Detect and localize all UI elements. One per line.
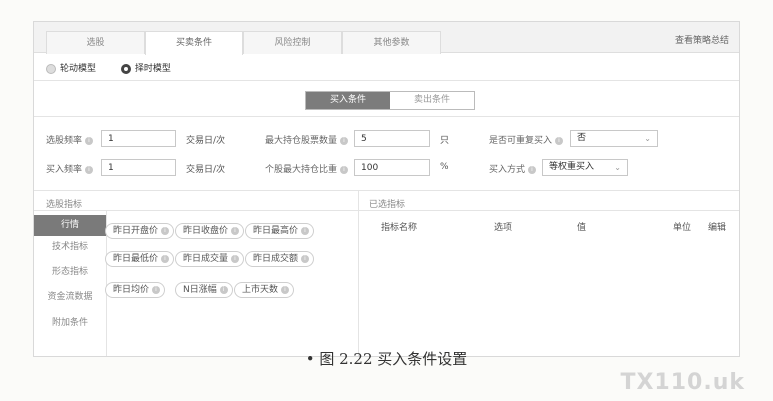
info-icon[interactable]: i: [152, 285, 161, 294]
chip-label: 昨日最高价: [253, 226, 299, 236]
radio-icon[interactable]: [46, 63, 56, 74]
max-holdings-input[interactable]: 5: [354, 130, 430, 147]
info-icon[interactable]: i: [231, 226, 240, 235]
buy-method-value: 等权重买入: [549, 162, 595, 172]
max-holdings-label: 最大持仓股票数量 i: [265, 133, 349, 146]
selected-section-title: 已选指标: [369, 200, 406, 210]
chevron-down-icon: ⌄: [644, 134, 651, 143]
info-icon[interactable]: i: [301, 254, 310, 263]
tab-stock-selection[interactable]: 选股: [46, 31, 145, 54]
buy-frequency-label: 买入频率 i: [46, 162, 94, 175]
divider: [34, 190, 739, 191]
sell-conditions-button[interactable]: 卖出条件: [390, 92, 474, 109]
max-position-ratio-input[interactable]: 100: [354, 159, 430, 176]
buy-method-select[interactable]: 等权重买入 ⌄: [542, 159, 628, 176]
indicator-chip[interactable]: 昨日开盘价 i: [105, 223, 175, 239]
strategy-summary-link[interactable]: 查看策略总结: [675, 33, 729, 46]
pick-frequency-label: 选股频率 i: [46, 133, 94, 146]
indicator-chip[interactable]: 上市天数 i: [234, 282, 295, 298]
info-icon[interactable]: i: [340, 136, 349, 145]
col-edit: 编辑: [708, 223, 727, 233]
strategy-panel: 选股 买卖条件 风险控制 其他参数 查看策略总结 轮动模型 择时模型 买入条件 …: [33, 21, 740, 357]
pick-frequency-unit: 交易日/次: [186, 136, 226, 146]
chip-label: 昨日成交额: [253, 254, 299, 264]
max-position-ratio-unit: %: [440, 162, 449, 172]
buy-sell-switch: 买入条件 卖出条件: [305, 91, 475, 110]
max-position-ratio-label: 个股最大持仓比重 i: [265, 162, 349, 175]
indicator-chip[interactable]: 昨日成交量 i: [175, 251, 245, 267]
indicator-chip[interactable]: 昨日最低价 i: [105, 251, 175, 267]
col-option: 选项: [494, 223, 513, 233]
model-selector: 轮动模型 择时模型: [46, 62, 193, 76]
indicator-chip[interactable]: N日涨幅 i: [175, 282, 233, 298]
timing-model-option[interactable]: 择时模型: [120, 62, 171, 76]
panel-divider: [358, 191, 359, 356]
max-holdings-unit: 只: [440, 136, 450, 146]
pick-frequency-input[interactable]: 1: [101, 130, 176, 147]
chip-label: 昨日最低价: [113, 254, 159, 264]
category-capital-flow[interactable]: 资金流数据: [34, 287, 106, 308]
repeat-buy-select[interactable]: 否 ⌄: [570, 130, 658, 147]
category-additional[interactable]: 附加条件: [34, 313, 106, 334]
category-technical[interactable]: 技术指标: [34, 237, 106, 258]
info-icon[interactable]: i: [301, 226, 310, 235]
timing-model-label: 择时模型: [134, 64, 171, 74]
buy-frequency-unit: 交易日/次: [186, 165, 226, 175]
rotation-model-label: 轮动模型: [60, 64, 97, 74]
figure-caption: • 图 2.22 买入条件设置: [305, 350, 468, 368]
col-indicator-name: 指标名称: [381, 223, 418, 233]
info-icon[interactable]: i: [85, 136, 94, 145]
info-icon[interactable]: i: [528, 165, 537, 174]
info-icon[interactable]: i: [85, 165, 94, 174]
watermark: TX110.uk: [620, 370, 745, 395]
buy-frequency-input[interactable]: 1: [101, 159, 176, 176]
info-icon[interactable]: i: [161, 226, 170, 235]
buy-conditions-button[interactable]: 买入条件: [306, 92, 390, 109]
indicator-chip[interactable]: 昨日最高价 i: [245, 223, 315, 239]
info-icon[interactable]: i: [231, 254, 240, 263]
repeat-buy-label: 是否可重复买入 i: [489, 133, 564, 146]
chip-label: 昨日成交量: [183, 254, 229, 264]
chevron-down-icon: ⌄: [614, 163, 621, 172]
info-icon[interactable]: i: [555, 136, 564, 145]
divider: [34, 116, 739, 117]
col-unit: 单位: [673, 223, 692, 233]
chip-label: N日涨幅: [183, 285, 217, 295]
info-icon[interactable]: i: [340, 165, 349, 174]
indicator-section-title: 选股指标: [46, 200, 83, 210]
rotation-model-option[interactable]: 轮动模型: [46, 62, 96, 76]
tab-other-params[interactable]: 其他参数: [342, 31, 441, 54]
indicator-chip[interactable]: 昨日均价 i: [105, 282, 166, 298]
category-pattern[interactable]: 形态指标: [34, 262, 106, 283]
divider: [34, 210, 739, 211]
indicator-chip[interactable]: 昨日成交额 i: [245, 251, 315, 267]
tab-risk-control[interactable]: 风险控制: [243, 31, 342, 54]
chip-label: 昨日均价: [113, 285, 150, 295]
info-icon[interactable]: i: [219, 285, 228, 294]
info-icon[interactable]: i: [281, 285, 290, 294]
indicator-chip[interactable]: 昨日收盘价 i: [175, 223, 245, 239]
chip-label: 上市天数: [242, 285, 279, 295]
category-market[interactable]: 行情: [34, 215, 106, 236]
info-icon[interactable]: i: [161, 254, 170, 263]
radio-selected-icon[interactable]: [120, 63, 131, 74]
buy-method-label: 买入方式 i: [489, 162, 537, 175]
repeat-buy-value: 否: [577, 133, 587, 143]
col-value: 值: [577, 223, 587, 233]
divider: [34, 80, 739, 81]
tab-bar: 选股 买卖条件 风险控制 其他参数 查看策略总结: [34, 22, 739, 55]
chip-label: 昨日收盘价: [183, 226, 229, 236]
tab-trade-conditions[interactable]: 买卖条件: [145, 31, 243, 55]
chip-label: 昨日开盘价: [113, 226, 159, 236]
